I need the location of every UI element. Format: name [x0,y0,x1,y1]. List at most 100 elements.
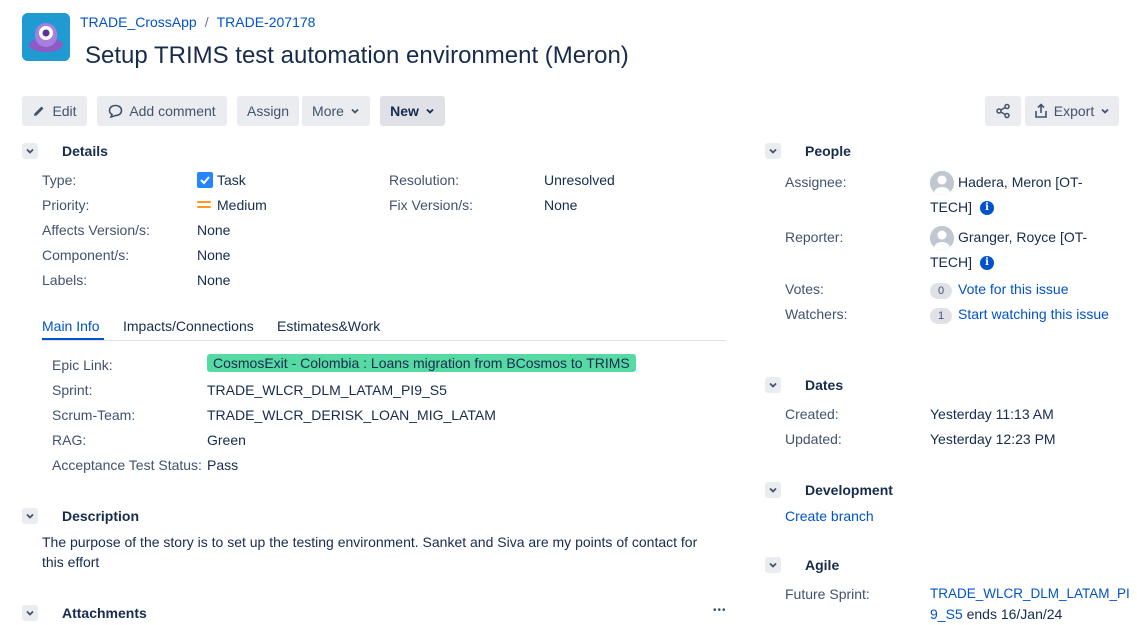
more-dropdown[interactable]: More [302,96,370,126]
collapse-chevron-icon [765,482,781,498]
future-sprint-line-2: 9_S5 ends 16/Jan/24 [930,606,1062,622]
comment-icon [109,104,123,118]
sprint-value: TRADE_WLCR_DLM_LATAM_PI9_S5 [207,382,447,398]
breadcrumb-issue-link[interactable]: TRADE-207178 [217,14,316,30]
priority-label: Priority: [42,197,90,213]
future-sprint-end-date: ends 16/Jan/24 [962,606,1063,622]
collapse-chevron-icon [765,143,781,159]
attachments-more-icon[interactable]: ••• [713,605,727,616]
add-comment-button[interactable]: Add comment [97,96,227,126]
epic-link-label: Epic Link: [52,357,113,373]
people-heading: People [805,143,851,159]
scrum-team-value: TRADE_WLCR_DERISK_LOAN_MIG_LATAM [207,407,496,423]
assign-button-label: Assign [246,103,290,119]
share-icon [996,103,1010,119]
assignee-name-line-1[interactable]: Hadera, Meron [OT- [958,174,1083,190]
export-dropdown-label: Export [1053,103,1095,119]
watchers-count-badge: 1 [930,308,952,324]
description-text-line-1[interactable]: The purpose of the story is to set up th… [42,534,697,550]
collapse-chevron-icon [22,605,38,621]
affects-version-value: None [197,222,231,238]
share-button[interactable] [985,96,1021,126]
component-label: Component/s: [42,247,130,263]
type-value-text: Task [217,172,246,188]
details-heading: Details [62,143,108,159]
breadcrumb-project-link[interactable]: TRADE_CrossApp [80,14,197,30]
more-dropdown-label: More [312,103,344,119]
details-section-header[interactable]: Details [22,143,108,159]
tab-impacts-connections[interactable]: Impacts/Connections [123,318,254,334]
labels-value: None [197,272,231,288]
reporter-label: Reporter: [785,229,844,245]
assign-button[interactable]: Assign [237,96,299,126]
future-sprint-link-line-2[interactable]: 9_S5 [930,606,963,622]
acceptance-status-value: Pass [207,457,239,473]
component-value: None [197,247,231,263]
collapse-chevron-icon [22,508,38,524]
project-avatar[interactable] [22,13,70,61]
info-icon[interactable]: i [980,256,994,271]
pencil-icon [34,106,44,116]
watchers-value: 1 Start watching this issue [930,306,1109,324]
tab-main-info[interactable]: Main Info [42,318,100,334]
reporter-name-line-1[interactable]: Granger, Royce [OT- [958,229,1087,245]
breadcrumb: TRADE_CrossApp / TRADE-207178 [80,14,315,30]
description-text-line-2[interactable]: this effort [42,554,99,570]
create-branch-link[interactable]: Create branch [785,508,874,524]
reporter-name-line-2-text[interactable]: TECH] [930,254,972,270]
watchers-label: Watchers: [785,306,848,322]
assignee-name-line-2-text[interactable]: TECH] [930,199,972,215]
priority-value: Medium [197,197,267,213]
export-dropdown[interactable]: Export [1025,96,1119,126]
priority-medium-icon [197,201,211,208]
type-value: Task [197,172,246,188]
priority-value-text: Medium [217,197,267,213]
scrum-team-label: Scrum-Team: [52,407,136,423]
created-value: Yesterday 11:13 AM [930,406,1054,422]
fix-version-label: Fix Version/s: [389,197,474,213]
add-comment-button-label: Add comment [129,103,216,119]
description-section-header[interactable]: Description [22,508,139,524]
future-sprint-link-line-1[interactable]: TRADE_WLCR_DLM_LATAM_PI [930,586,1130,601]
info-icon[interactable]: i [980,201,994,216]
dates-section-header[interactable]: Dates [765,377,843,393]
people-section-header[interactable]: People [765,143,851,159]
chevron-down-icon [426,108,434,114]
acceptance-status-label: Acceptance Test Status: [52,457,202,473]
issue-title[interactable]: Setup TRIMS test automation environment … [85,42,629,70]
collapse-chevron-icon [765,377,781,393]
attachments-heading: Attachments [62,605,147,621]
description-heading: Description [62,508,140,524]
collapse-chevron-icon [765,557,781,573]
watch-link[interactable]: Start watching this issue [958,306,1109,322]
epic-link-value[interactable]: CosmosExit - Colombia : Loans migration … [207,354,636,372]
resolution-value: Unresolved [544,172,615,188]
assignee-name-line-2[interactable]: TECH] i [930,199,994,216]
agile-heading: Agile [805,557,840,573]
rag-value: Green [207,432,246,448]
assignee-avatar [930,171,954,195]
new-dropdown-label: New [390,103,419,119]
tab-estimates-work[interactable]: Estimates&Work [277,318,380,334]
created-label: Created: [785,406,839,422]
sprint-label: Sprint: [52,382,93,398]
resolution-label: Resolution: [389,172,460,188]
affects-version-label: Affects Version/s: [42,222,150,238]
fix-version-value: None [544,197,578,213]
development-section-header[interactable]: Development [765,482,893,498]
agile-section-header[interactable]: Agile [765,557,839,573]
votes-label: Votes: [785,281,824,297]
vote-link[interactable]: Vote for this issue [958,281,1069,297]
updated-value: Yesterday 12:23 PM [930,431,1056,447]
epic-lozenge[interactable]: CosmosExit - Colombia : Loans migration … [207,354,636,372]
edit-button[interactable]: Edit [22,96,87,126]
attachments-section-header[interactable]: Attachments [22,605,147,621]
new-dropdown[interactable]: New [380,96,445,126]
reporter-name-line-2[interactable]: TECH] i [930,254,994,271]
type-label: Type: [42,172,77,188]
task-checkbox-icon [197,172,213,188]
collapse-chevron-icon [22,143,38,159]
labels-label: Labels: [42,272,88,288]
future-sprint-label: Future Sprint: [785,586,870,602]
development-heading: Development [805,482,893,498]
